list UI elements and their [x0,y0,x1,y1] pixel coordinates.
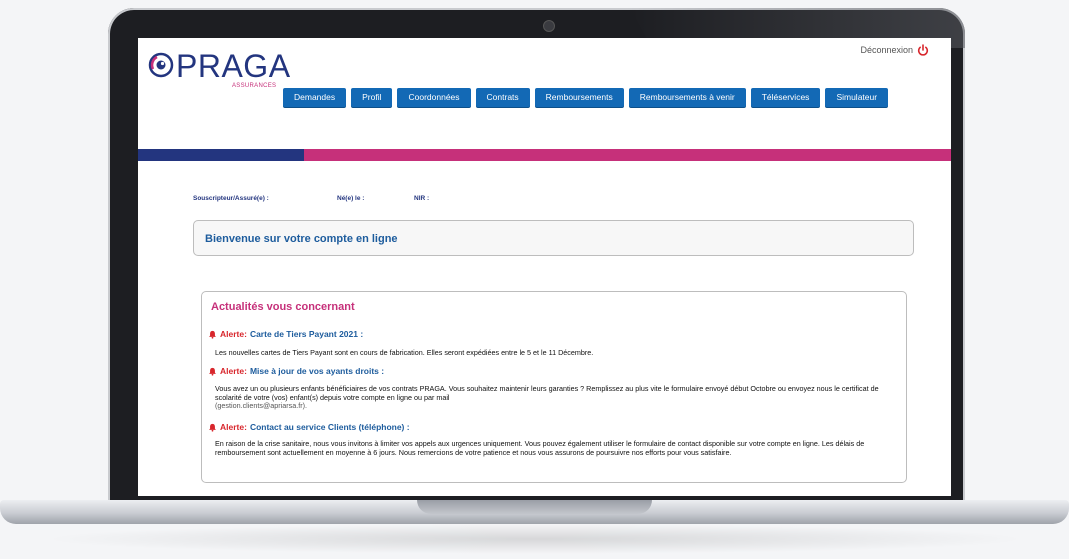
nav-remboursements[interactable]: Remboursements [534,88,624,107]
news-panel: Actualités vous concernant Alerte: Carte … [201,291,907,483]
contact-email: (gestion.clients@apriarsa.fr). [215,401,307,411]
power-icon [917,44,929,56]
praga-logo[interactable]: PRAGA ASSURANCES [148,48,290,90]
laptop-shadow [40,524,1030,554]
alert-title: Mise à jour de vos ayants droits : [249,366,385,376]
welcome-title: Bienvenue sur votre compte en ligne [205,233,398,245]
alert-title: Carte de Tiers Payant 2021 : [249,329,364,339]
nav-teleservices[interactable]: Téléservices [750,88,821,107]
alert-text: En raison de la crise sanitaire, nous vo… [215,439,865,457]
alert-title: Contact au service Clients (téléphone) : [249,422,410,432]
alert-text-main: Vous avez un ou plusieurs enfants bénéfi… [215,384,879,402]
nav-coordonnees[interactable]: Coordonnées [397,88,471,107]
brand-tagline: ASSURANCES [232,83,277,89]
subscriber-label: Souscripteur/Assuré(e) : [193,195,269,202]
nav-demandes[interactable]: Demandes [283,88,347,107]
alert-heading[interactable]: Alerte: Carte de Tiers Payant 2021 : [208,329,363,339]
header-band-pink [304,149,951,161]
screen: PRAGA ASSURANCES Déconnexion Demandes Pr… [138,38,951,496]
logout-label: Déconnexion [860,45,913,55]
alert-heading[interactable]: Alerte: Contact au service Clients (télép… [208,422,410,432]
alert-prefix: Alerte: [220,366,247,376]
alert-text: Vous avez un ou plusieurs enfants bénéfi… [215,384,903,411]
alert-prefix: Alerte: [220,329,247,339]
logout-button[interactable]: Déconnexion [860,44,929,56]
news-title: Actualités vous concernant [211,301,355,313]
nir-label: NIR : [414,195,430,202]
birth-date-label: Né(e) le : [337,195,365,202]
laptop-notch [417,500,652,514]
header-band-blue [138,149,304,161]
nav-simulateur[interactable]: Simulateur [825,88,889,107]
praga-logo-icon [148,52,174,78]
bell-icon [209,423,216,432]
bell-icon [209,367,216,376]
alert-text: Les nouvelles cartes de Tiers Payant son… [215,348,594,357]
nav-profil[interactable]: Profil [351,88,393,107]
nav-contrats[interactable]: Contrats [475,88,530,107]
welcome-panel: Bienvenue sur votre compte en ligne [193,220,914,256]
brand-name: PRAGA [176,48,291,84]
bell-icon [209,330,216,339]
webcam-icon [543,20,555,32]
alert-heading[interactable]: Alerte: Mise à jour de vos ayants droits … [208,366,384,376]
alert-prefix: Alerte: [220,422,247,432]
main-nav: Demandes Profil Coordonnées Contrats Rem… [283,88,889,107]
nav-remboursements-a-venir[interactable]: Remboursements à venir [628,88,746,107]
